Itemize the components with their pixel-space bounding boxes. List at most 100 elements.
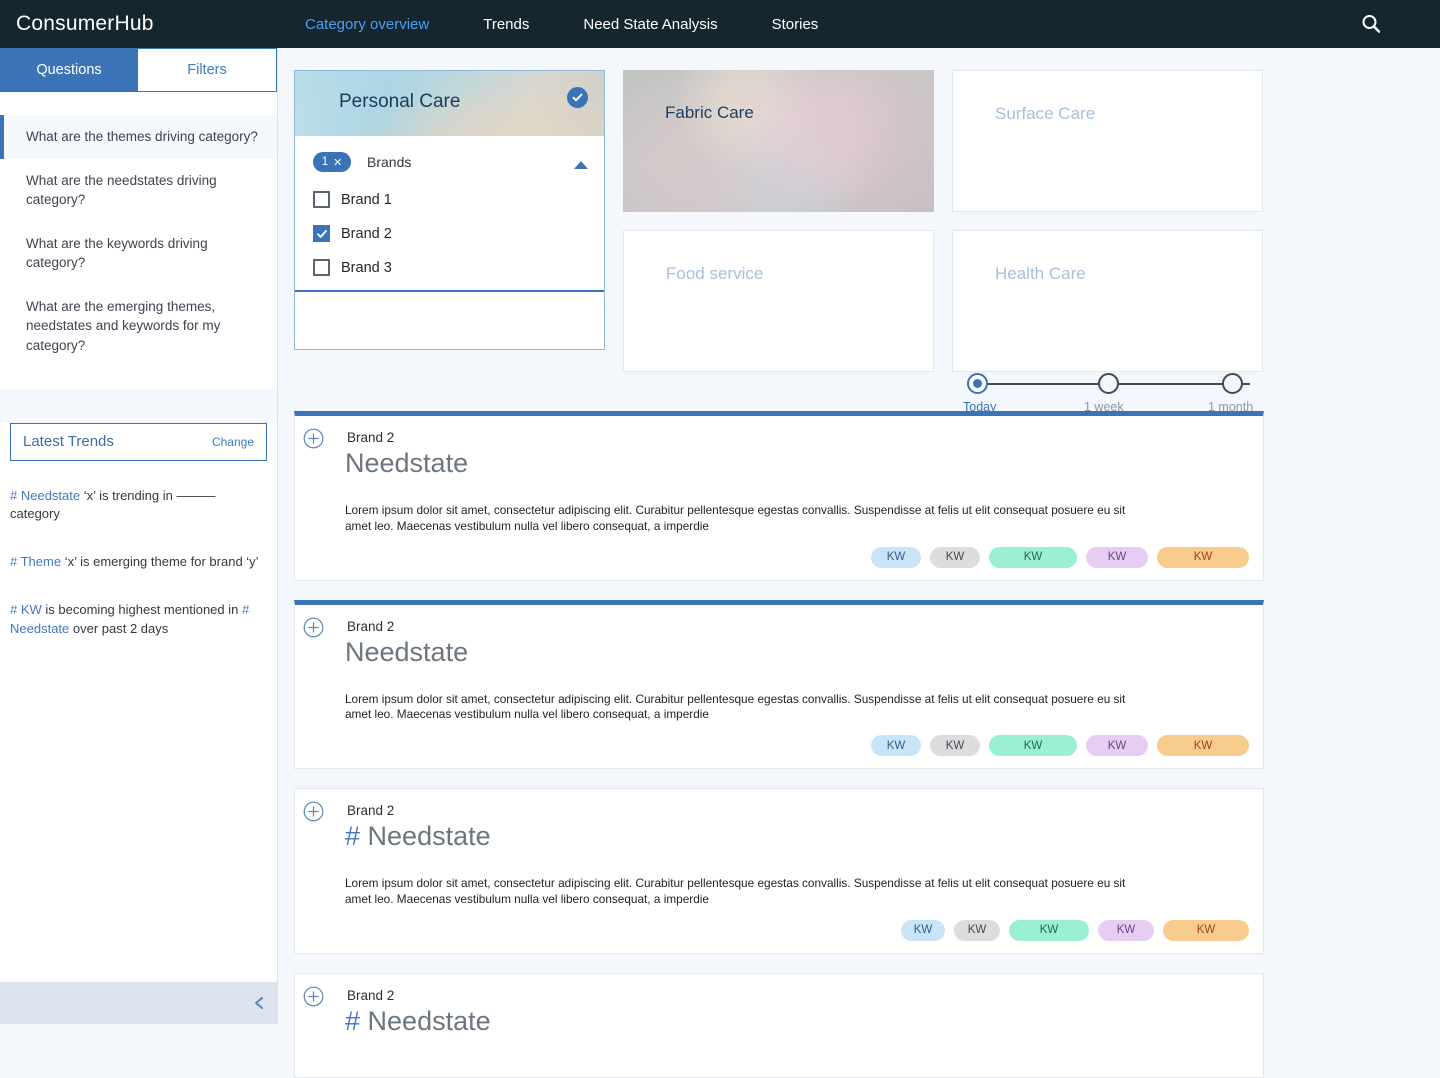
slider-track[interactable] [953,373,1264,395]
question-item-keywords[interactable]: What are the keywords driving category? [0,222,277,285]
keyword-chip[interactable]: KW [1086,735,1148,757]
sidebar-divider [0,388,277,423]
clear-selection-icon[interactable]: ✕ [333,156,342,169]
top-navigation-bar: ConsumerHub Category overview Trends Nee… [0,0,1440,48]
brand-option-label: Brand 2 [341,225,392,242]
checkbox-checked-icon[interactable] [313,225,330,242]
keyword-chip[interactable]: KW [989,546,1077,568]
keyword-chip-row: KW KW KW KW KW [345,546,1249,568]
keyword-chip[interactable]: KW [930,546,980,568]
chevron-left-icon [255,997,263,1009]
caret-up-icon[interactable] [574,157,588,175]
category-card-health-care[interactable]: Health Care [952,230,1263,372]
fabric-care-overlay [623,70,934,212]
brand-option-brand-2[interactable]: Brand 2 [313,225,588,242]
brand-option-brand-3[interactable]: Brand 3 [313,259,588,276]
question-item-themes[interactable]: What are the themes driving category? [0,115,277,159]
insight-card-brand: Brand 2 [347,987,395,1003]
insight-card-brand: Brand 2 [347,618,395,634]
insight-card-body: Lorem ipsum dolor sit amet, consectetur … [345,691,1126,722]
hash-prefix: # [345,1005,361,1036]
keyword-chip[interactable]: KW [871,735,921,757]
search-icon[interactable] [1360,13,1382,35]
keyword-chip[interactable]: KW [954,919,1000,941]
insight-card-title: # Needstate [345,1005,1249,1037]
category-card-fabric-care[interactable]: Fabric Care [623,70,934,212]
insight-card[interactable]: Brand 2 # Needstate Lorem ipsum dolor si… [294,788,1264,954]
insight-card-title-text: Needstate [345,636,469,667]
insight-card-title-text: Needstate [345,448,469,478]
keyword-chip[interactable]: KW [901,919,945,941]
brands-dropdown-header[interactable]: 1 ✕ Brands [313,150,588,174]
keyword-chip[interactable]: KW [1157,735,1249,757]
category-title-food-service: Food service [666,264,764,283]
keyword-chip[interactable]: KW [1086,546,1148,568]
trend-item-theme[interactable]: # Theme ‘x’ is emerging theme for brand … [0,553,277,572]
keyword-chip[interactable]: KW [871,546,921,568]
expand-plus-icon[interactable] [303,617,324,643]
hash-prefix: # [345,821,361,852]
slider-stop-today[interactable] [967,373,988,394]
insight-card-title-text: Needstate [367,1005,491,1036]
category-title-health-care: Health Care [995,264,1086,283]
tab-filters[interactable]: Filters [138,48,277,92]
category-title-fabric-care: Fabric Care [665,103,754,122]
insight-card-body: Lorem ipsum dolor sit amet, consectetur … [345,503,1126,533]
question-list: What are the themes driving category? Wh… [0,92,277,368]
category-card-personal-care[interactable]: Personal Care 1 ✕ Brands Brand 1 Brand 2… [294,70,605,350]
brands-dropdown: 1 ✕ Brands Brand 1 Brand 2 Brand 3 [295,136,604,292]
keyword-chip-row: KW KW KW KW KW [345,919,1249,941]
insight-card-title: # Needstate [345,820,1249,852]
keyword-chip[interactable]: KW [1157,546,1249,568]
insight-card-title-text: Needstate [367,821,491,852]
sidebar-tabs: Questions Filters [0,48,277,92]
category-card-grid: Personal Care 1 ✕ Brands Brand 1 Brand 2… [294,70,1264,414]
brand-option-brand-1[interactable]: Brand 1 [313,191,588,208]
trend-text: is becoming highest mentioned in [41,602,242,618]
nav-item-need-state-analysis[interactable]: Need State Analysis [556,16,744,33]
trend-tag: # KW [10,602,42,618]
insight-card-brand: Brand 2 [347,803,395,819]
insight-card[interactable]: Brand 2 Needstate Lorem ipsum dolor sit … [294,411,1264,581]
keyword-chip[interactable]: KW [1009,919,1089,941]
left-sidebar: Questions Filters What are the themes dr… [0,48,278,1024]
insight-card[interactable]: Brand 2 Needstate Lorem ipsum dolor sit … [294,599,1264,770]
category-title-surface-care: Surface Care [995,104,1096,123]
question-item-emerging[interactable]: What are the emerging themes, needstates… [0,285,277,368]
expand-plus-icon[interactable] [303,428,324,454]
insight-card-body: Lorem ipsum dolor sit amet, consectetur … [345,876,1126,906]
nav-item-category-overview[interactable]: Category overview [278,16,456,33]
brands-count: 1 [321,156,329,168]
keyword-chip[interactable]: KW [930,735,980,757]
category-card-surface-care[interactable]: Surface Care [952,70,1263,212]
brands-selected-count-pill[interactable]: 1 ✕ [313,152,351,172]
checkbox-unchecked-icon[interactable] [313,191,330,208]
sidebar-collapse-button[interactable] [0,982,278,1024]
keyword-chip[interactable]: KW [989,735,1077,757]
brands-dropdown-label: Brands [367,154,412,170]
tab-questions[interactable]: Questions [0,48,138,92]
trend-item-needstate[interactable]: # Needstate ‘x’ is trending in ——— categ… [0,487,277,525]
trend-tag: # Needstate [10,487,81,503]
checkbox-unchecked-icon[interactable] [313,259,330,276]
insight-card-brand: Brand 2 [347,430,395,445]
expand-plus-icon[interactable] [303,801,324,827]
insight-card-list: Brand 2 Needstate Lorem ipsum dolor sit … [294,411,1264,1078]
category-card-food-service[interactable]: Food service [623,230,934,372]
keyword-chip[interactable]: KW [1163,919,1249,941]
trend-tag: # Theme [10,554,62,570]
insight-card[interactable]: Brand 2 # Needstate [294,972,1264,1078]
nav-item-stories[interactable]: Stories [745,16,846,33]
slider-stop-1-month[interactable] [1222,373,1243,394]
personal-care-hero-image: Personal Care [295,71,604,136]
slider-stop-1-week[interactable] [1098,373,1119,394]
keyword-chip[interactable]: KW [1098,919,1154,941]
main-content: Personal Care 1 ✕ Brands Brand 1 Brand 2… [279,48,1440,1078]
question-item-needstates[interactable]: What are the needstates driving category… [0,159,277,222]
trend-text-tail: over past 2 days [69,620,169,636]
trend-item-kw[interactable]: # KW is becoming highest mentioned in # … [0,601,277,639]
nav-item-trends[interactable]: Trends [456,16,556,33]
latest-trends-change-link[interactable]: Change [212,435,254,449]
expand-plus-icon[interactable] [303,986,324,1012]
brand-option-label: Brand 1 [341,191,392,208]
